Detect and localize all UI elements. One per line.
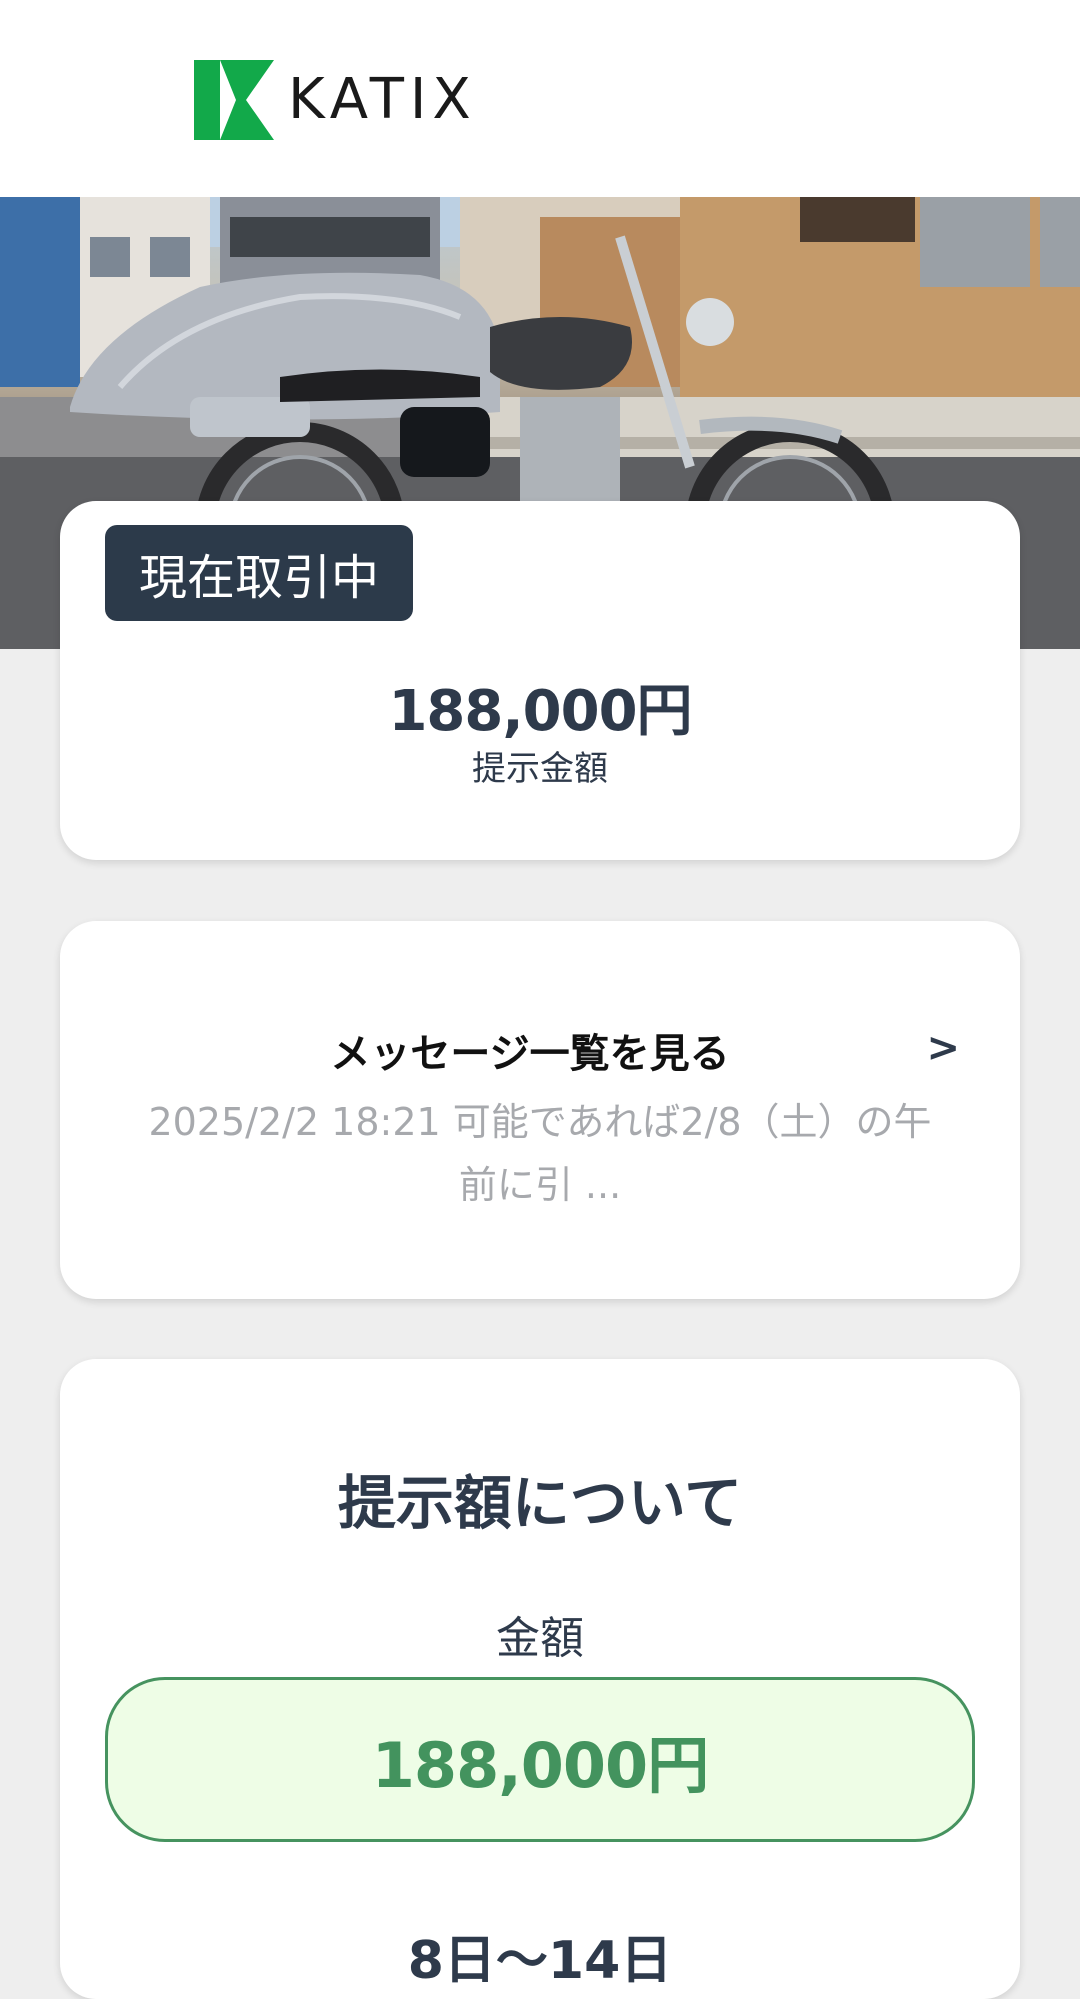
katix-logo-mark-icon (194, 60, 274, 140)
period-value: 8日〜14日 (407, 1931, 673, 1991)
logo-text: KATIX (288, 67, 477, 132)
offer-details-card: 提示額について 金額 188,000円 8日〜14日 (60, 1359, 1020, 1999)
app-header: KATIX (0, 0, 1080, 197)
preview-line-1: 2025/2/2 18:21 可能であれば2/8（土）の午 (148, 1100, 932, 1144)
section-title: 提示額について (337, 1469, 743, 1537)
offer-price: 188,000円 (388, 679, 692, 744)
status-badge: 現在取引中 (105, 525, 413, 621)
latest-message-preview: 2025/2/2 18:21 可能であれば2/8（土）の午 前に引 ... (120, 1091, 960, 1217)
amount-label: 金額 (496, 1613, 584, 1664)
offer-price-label: 提示金額 (472, 749, 608, 789)
offer-status-card: 現在取引中 188,000円 提示金額 (60, 501, 1020, 860)
amount-value: 188,000円 (105, 1677, 975, 1842)
view-messages-link[interactable]: メッセージ一覧を見る (60, 1021, 1020, 1079)
messages-card[interactable]: メッセージ一覧を見る > 2025/2/2 18:21 可能であれば2/8（土）… (60, 921, 1020, 1299)
preview-line-2: 前に引 ... (458, 1163, 622, 1207)
katix-logo[interactable]: KATIX (194, 60, 477, 140)
chevron-right-icon[interactable]: > (926, 1025, 960, 1071)
